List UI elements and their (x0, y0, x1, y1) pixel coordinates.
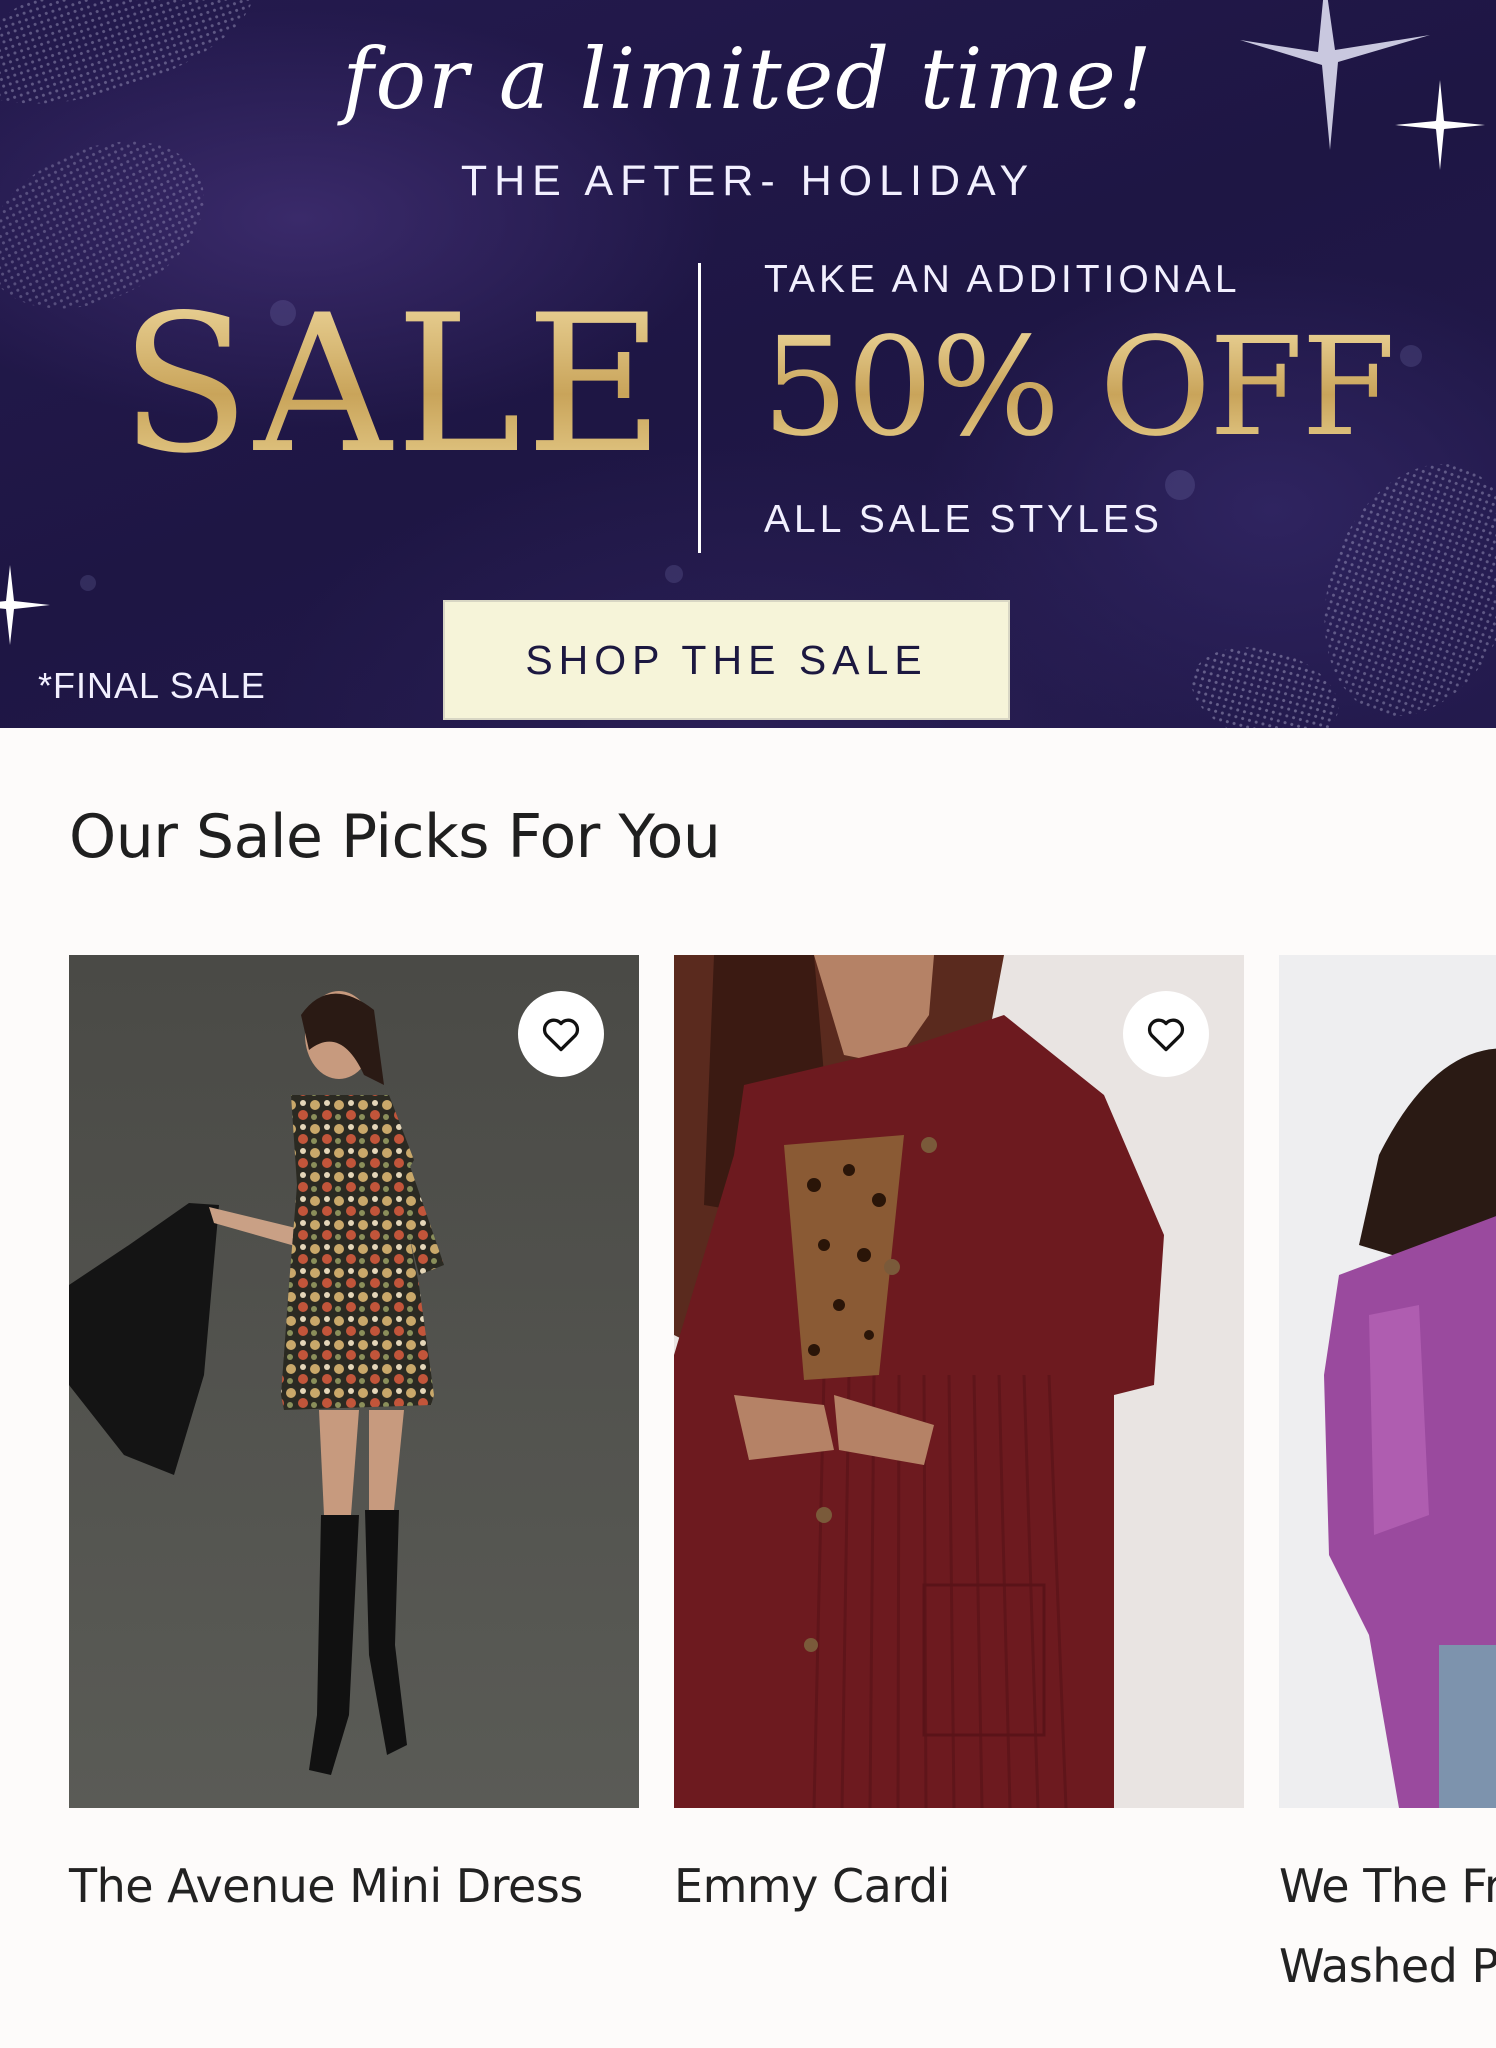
sale-headline: SALE (120, 274, 669, 495)
product-name[interactable]: Emmy Cardi (674, 1846, 1244, 1926)
after-holiday-subtitle: THE AFTER- HOLIDAY (460, 157, 1036, 205)
heart-outline-icon (542, 1018, 580, 1052)
banner-divider (698, 263, 701, 553)
dress-photo (69, 955, 639, 1808)
product-card[interactable]: Emmy Cardi (674, 955, 1244, 1926)
section-title: Our Sale Picks For You (69, 802, 721, 872)
favorite-button[interactable] (518, 991, 604, 1077)
product-name[interactable]: The Avenue Mini Dress (69, 1846, 639, 1926)
bokeh-decoration (665, 565, 683, 583)
cardigan-photo (674, 955, 1244, 1808)
final-sale-disclaimer: *FINAL SALE (38, 665, 266, 706)
favorite-button[interactable] (1123, 991, 1209, 1077)
glitter-decoration (1180, 632, 1350, 728)
bokeh-decoration (1165, 470, 1195, 500)
product-image[interactable] (69, 955, 639, 1808)
offer-value: 50% OFF (762, 309, 1396, 467)
bokeh-decoration (1400, 345, 1422, 367)
product-card[interactable]: The Avenue Mini Dress (69, 955, 639, 1926)
product-image[interactable] (674, 955, 1244, 1808)
product-image[interactable] (1279, 955, 1496, 1808)
limited-time-script: for a limited time! (342, 30, 1154, 128)
offer-suffix: ALL SALE STYLES (764, 498, 1163, 541)
pullover-photo (1279, 955, 1496, 1808)
heart-outline-icon (1147, 1018, 1185, 1052)
sale-banner[interactable]: for a limited time! THE AFTER- HOLIDAY S… (0, 0, 1496, 728)
product-name[interactable]: We The Free Favorite Washed Pullover (1279, 1846, 1496, 2006)
product-card[interactable]: We The Free Favorite Washed Pullover (1279, 955, 1496, 2006)
sparkle-icon (0, 565, 50, 645)
bokeh-decoration (80, 575, 96, 591)
offer-prefix: TAKE AN ADDITIONAL (764, 258, 1241, 301)
shop-the-sale-button[interactable]: SHOP THE SALE (443, 600, 1010, 720)
